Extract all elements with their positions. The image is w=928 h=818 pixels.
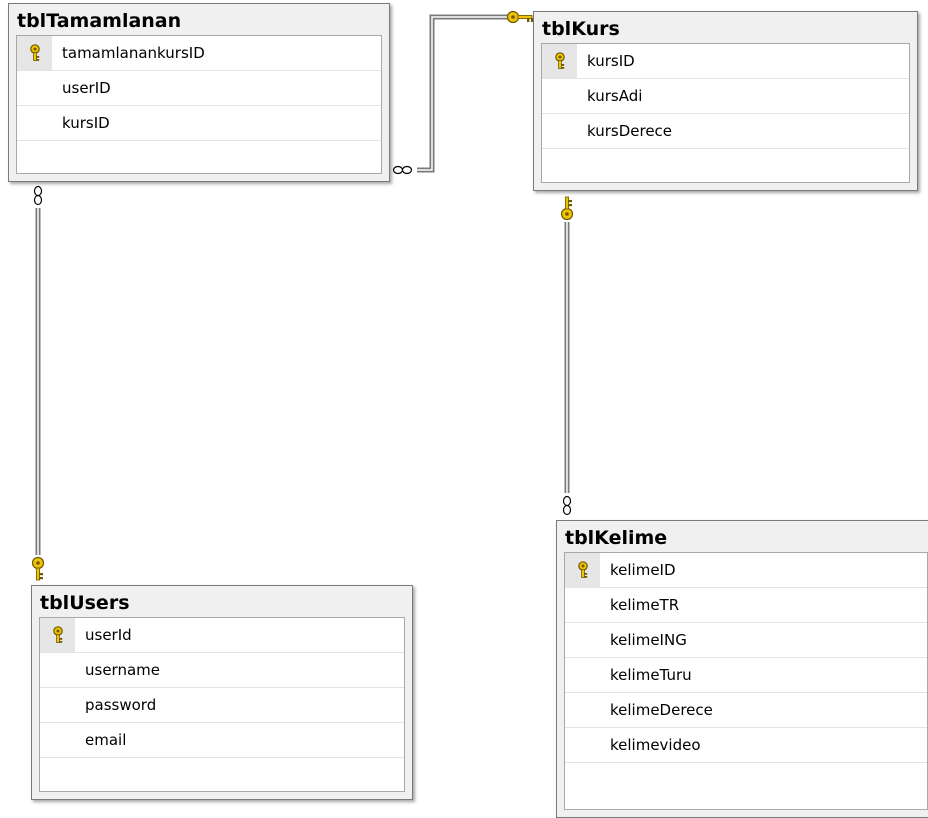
row-selector xyxy=(565,728,600,762)
column-name: kelimeTuru xyxy=(610,666,692,684)
column-row[interactable]: password xyxy=(40,688,404,723)
column-name: userId xyxy=(85,626,132,644)
row-selector xyxy=(17,106,52,140)
column-row[interactable]: kursID xyxy=(17,106,381,141)
column-name: userID xyxy=(62,79,111,97)
key-end-icon xyxy=(506,10,534,24)
relationship-tamamlanan-kurs[interactable] xyxy=(392,10,534,175)
row-selector xyxy=(542,79,577,113)
column-row[interactable]: email xyxy=(40,723,404,758)
row-selector xyxy=(542,44,577,78)
column-row[interactable]: kelimeING xyxy=(565,623,927,658)
column-name: tamamlanankursID xyxy=(62,44,205,62)
primary-key-icon xyxy=(578,561,588,578)
row-selector xyxy=(565,693,600,727)
primary-key-icon xyxy=(53,626,63,643)
infinity-end-icon xyxy=(562,495,572,516)
table-title: tblUsers xyxy=(40,592,130,614)
row-selector xyxy=(565,588,600,622)
row-selector xyxy=(17,36,52,70)
key-end-icon xyxy=(560,196,574,221)
column-name: username xyxy=(85,661,160,679)
row-selector xyxy=(565,658,600,692)
table-tblKurs[interactable]: tblKurs kursID kursAdi kursDerece xyxy=(533,11,918,191)
key-end-icon xyxy=(31,556,45,581)
column-name: kursAdi xyxy=(587,87,643,105)
column-row[interactable]: kursID xyxy=(542,44,909,79)
column-row[interactable]: userID xyxy=(17,71,381,106)
row-selector xyxy=(542,114,577,148)
table-columns: tamamlanankursID userID kursID xyxy=(16,35,382,174)
row-selector xyxy=(40,618,75,652)
column-name: kelimeTR xyxy=(610,596,680,614)
diagram-canvas: tblTamamlanan tamamlanankursID userID ku… xyxy=(0,0,928,818)
infinity-end-icon xyxy=(392,165,413,175)
row-selector xyxy=(565,553,600,587)
column-name: kursID xyxy=(62,114,110,132)
column-name: kelimeING xyxy=(610,631,687,649)
table-title: tblTamamlanan xyxy=(17,10,182,32)
primary-key-icon xyxy=(30,44,40,61)
column-row[interactable]: kelimeTR xyxy=(565,588,927,623)
column-name: kursDerece xyxy=(587,122,673,140)
column-row[interactable]: username xyxy=(40,653,404,688)
column-row[interactable]: userId xyxy=(40,618,404,653)
column-name: kelimeDerece xyxy=(610,701,713,719)
primary-key-icon xyxy=(555,52,565,69)
column-row[interactable]: kelimeID xyxy=(565,553,927,588)
table-title: tblKurs xyxy=(542,18,620,40)
column-row[interactable]: kelimevideo xyxy=(565,728,927,763)
row-selector xyxy=(565,623,600,657)
column-row[interactable]: kelimeTuru xyxy=(565,658,927,693)
column-row[interactable]: tamamlanankursID xyxy=(17,36,381,71)
table-tblUsers[interactable]: tblUsers userId username password email xyxy=(31,585,413,800)
table-columns: kursID kursAdi kursDerece xyxy=(541,43,910,183)
column-name: password xyxy=(85,696,157,714)
column-row[interactable]: kursDerece xyxy=(542,114,909,149)
table-tblKelime[interactable]: tblKelime kelimeID kelimeTR kelimeING ke… xyxy=(556,520,928,818)
column-name: kursID xyxy=(587,52,635,70)
column-name: kelimevideo xyxy=(610,736,701,754)
row-selector xyxy=(40,723,75,757)
row-selector xyxy=(17,71,52,105)
relationship-kelime-kurs[interactable] xyxy=(560,196,574,516)
table-columns: userId username password email xyxy=(39,617,405,792)
row-selector xyxy=(40,688,75,722)
column-name: kelimeID xyxy=(610,561,676,579)
table-columns: kelimeID kelimeTR kelimeING kelimeTuru k… xyxy=(564,552,928,810)
infinity-end-icon xyxy=(33,185,43,206)
relationship-tamamlanan-users[interactable] xyxy=(31,185,45,581)
column-row[interactable]: kursAdi xyxy=(542,79,909,114)
table-title: tblKelime xyxy=(565,527,668,549)
row-selector xyxy=(40,653,75,687)
column-row[interactable]: kelimeDerece xyxy=(565,693,927,728)
column-name: email xyxy=(85,731,127,749)
table-tblTamamlanan[interactable]: tblTamamlanan tamamlanankursID userID ku… xyxy=(8,3,390,182)
